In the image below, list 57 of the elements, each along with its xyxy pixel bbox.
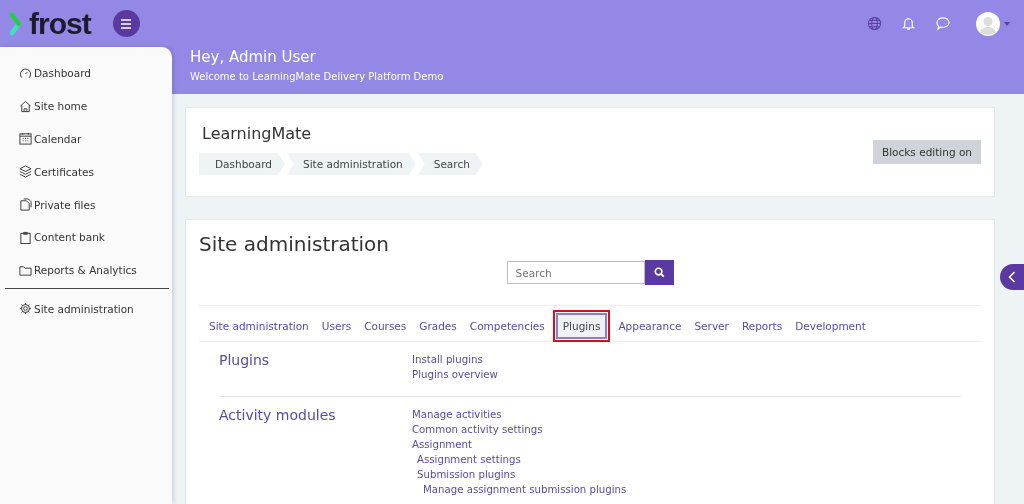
calendar-icon <box>19 132 32 146</box>
nav-tab[interactable]: Grades <box>414 315 462 337</box>
chat-icon[interactable] <box>935 16 951 31</box>
search-button[interactable] <box>644 260 674 285</box>
category-heading: Activity modules <box>219 407 337 425</box>
breadcrumb-link[interactable]: Site administration <box>286 153 416 175</box>
clipboard-icon <box>19 230 32 244</box>
settings-link[interactable]: Assignment <box>412 437 627 452</box>
menu-button[interactable] <box>112 10 140 37</box>
settings-link[interactable]: Assignment settings <box>417 452 627 467</box>
globe-icon[interactable] <box>867 16 882 31</box>
category-heading: Plugins <box>219 352 271 370</box>
nav-tab[interactable]: Courses <box>359 315 412 337</box>
sidebar-item[interactable]: Site home <box>0 89 172 123</box>
blocks-editing-button[interactable]: Blocks editing on <box>872 140 981 164</box>
search-field[interactable]: Search <box>506 261 645 284</box>
logo-text: frost <box>29 6 91 41</box>
caret-icon[interactable] <box>1004 21 1010 26</box>
gauge-icon <box>19 66 32 80</box>
sidebar-item[interactable]: Content bank <box>0 221 172 254</box>
nav-tab[interactable]: Reports <box>736 315 788 337</box>
nav-tab[interactable]: Site administration <box>204 315 314 337</box>
chevron-left-icon <box>1008 271 1016 283</box>
drawer-toggle-button[interactable] <box>1000 264 1024 290</box>
sidebar-item[interactable]: Calendar <box>0 122 172 156</box>
nav-tab[interactable]: Competencies <box>464 315 550 337</box>
nav-tab[interactable]: Development <box>790 315 871 337</box>
gear-icon <box>19 302 32 316</box>
breadcrumb-link[interactable]: Dashboard <box>199 153 285 175</box>
sidebar-item[interactable]: Certificates <box>0 155 172 189</box>
page-title: LearningMate <box>202 124 313 143</box>
search-icon <box>653 267 665 278</box>
section-title: Site administration <box>199 232 391 256</box>
nav-tab[interactable]: Plugins <box>555 313 608 339</box>
welcome-text: Welcome to LearningMate Delivery Platform Demo <box>190 71 445 82</box>
sidebar-item[interactable]: Reports & Analytics <box>0 253 172 287</box>
files-icon <box>19 198 32 212</box>
home-icon <box>19 99 32 113</box>
folder-icon <box>19 263 32 277</box>
nav-tab[interactable]: Appearance <box>613 315 687 337</box>
avatar-icon[interactable] <box>976 11 1000 36</box>
settings-link[interactable]: Submission plugins <box>417 467 627 482</box>
greeting-title: Hey, Admin User <box>190 48 317 66</box>
sidebar-item[interactable]: Site administration <box>0 292 172 326</box>
sidebar-item[interactable]: Dashboard <box>0 57 172 90</box>
bell-icon[interactable] <box>901 16 916 31</box>
nav-tab[interactable]: Server <box>689 315 734 337</box>
menu-icon <box>120 18 133 29</box>
settings-link[interactable]: Install plugins <box>412 352 498 367</box>
settings-link[interactable]: Common activity settings <box>412 422 627 437</box>
settings-link[interactable]: Manage activities <box>412 407 627 422</box>
breadcrumb-link[interactable]: Search <box>417 153 483 175</box>
settings-link[interactable]: Plugins overview <box>412 367 498 382</box>
nav-tab[interactable]: Users <box>316 315 357 337</box>
layers-icon <box>19 165 32 179</box>
settings-link[interactable]: Manage assignment submission plugins <box>423 482 627 497</box>
sidebar-item[interactable]: Private files <box>0 188 172 221</box>
